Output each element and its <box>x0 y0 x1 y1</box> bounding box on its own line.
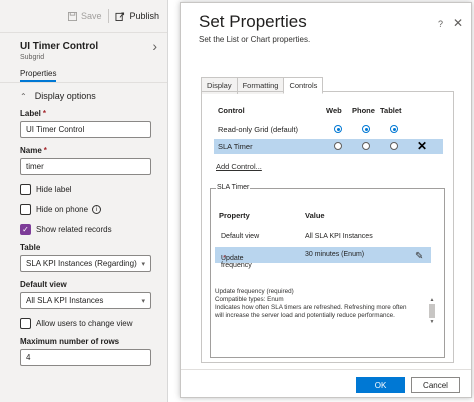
allow-change-view-text: Allow users to change view <box>36 319 133 328</box>
default-view-field-label: Default view <box>20 280 67 289</box>
table-field-label: Table <box>20 243 41 252</box>
scrollbar-thumb[interactable] <box>429 304 435 318</box>
save-icon <box>67 11 77 21</box>
label-input[interactable]: UI Timer Control <box>20 121 151 138</box>
property-description: Update frequency (required) Compatible t… <box>215 288 415 320</box>
max-rows-field-label: Maximum number of rows <box>20 337 120 346</box>
close-icon[interactable]: ✕ <box>453 16 463 30</box>
remove-control-icon[interactable]: ✕ <box>417 139 427 153</box>
show-related-checkbox[interactable]: ✓ <box>20 224 31 235</box>
component-subtitle: Subgrid <box>20 54 45 61</box>
property-value: All SLA KPI Instances <box>305 233 373 240</box>
edit-pencil-icon[interactable]: ✎ <box>415 251 423 262</box>
sla-timer-group: SLA Timer Property Value Default view Al… <box>210 184 445 358</box>
property-column-header: Property <box>219 211 250 220</box>
control-column-header: Control <box>218 106 245 115</box>
publish-icon <box>115 11 125 21</box>
property-row[interactable]: Update frequency * 30 minutes (Enum) ✎ <box>215 247 431 269</box>
web-column-header: Web <box>326 106 342 115</box>
chevron-up-icon: ⌃ <box>20 91 27 101</box>
allow-change-view-checkbox[interactable] <box>20 318 31 329</box>
show-related-checkbox-row[interactable]: ✓ Show related records <box>0 215 167 235</box>
display-options-header[interactable]: ⌃ Display options <box>0 83 167 101</box>
hide-label-checkbox[interactable] <box>20 184 31 195</box>
hide-on-phone-checkbox[interactable] <box>20 204 31 215</box>
hide-label-checkbox-row[interactable]: Hide label <box>0 175 167 195</box>
scroll-down-icon[interactable]: ▼ <box>428 319 436 325</box>
max-rows-input[interactable]: 4 <box>20 349 151 366</box>
ok-button[interactable]: OK <box>356 377 405 393</box>
description-scrollbar[interactable]: ▲ ▼ <box>428 297 436 325</box>
control-row[interactable]: SLA Timer ✕ <box>214 139 443 154</box>
hide-label-text: Hide label <box>36 185 72 194</box>
chevron-down-icon: ▾ <box>141 297 145 305</box>
save-button[interactable]: Save <box>67 11 102 21</box>
allow-change-view-checkbox-row[interactable]: Allow users to change view <box>0 309 167 329</box>
property-name: Default view <box>221 233 260 240</box>
dialog-footer: OK Cancel <box>181 369 471 397</box>
properties-panel: Save Publish UI Timer Control › Subgrid … <box>0 0 168 402</box>
label-field-label: Label * <box>20 109 47 118</box>
hide-on-phone-text: Hide on phone <box>36 205 89 214</box>
label-input-value: UI Timer Control <box>26 125 85 134</box>
publish-label: Publish <box>129 11 159 21</box>
name-field-label: Name * <box>20 146 47 155</box>
dialog-title: Set Properties <box>199 12 307 31</box>
info-icon[interactable]: i <box>92 205 102 214</box>
chevron-right-icon[interactable]: › <box>152 39 157 53</box>
description-line: Compatible types: Enum <box>215 296 284 303</box>
property-row[interactable]: Default view All SLA KPI Instances <box>215 229 431 245</box>
required-asterisk: * <box>43 146 47 155</box>
save-label: Save <box>80 11 102 21</box>
scroll-up-icon[interactable]: ▲ <box>428 297 436 303</box>
value-column-header: Value <box>305 211 325 220</box>
tablet-radio[interactable] <box>390 125 398 133</box>
web-radio[interactable] <box>334 125 342 133</box>
property-value: 30 minutes (Enum) <box>305 251 365 258</box>
add-control-link[interactable]: Add Control... <box>216 162 262 171</box>
max-rows-input-value: 4 <box>26 353 31 362</box>
component-title: UI Timer Control <box>20 41 99 52</box>
publish-button[interactable]: Publish <box>115 11 159 21</box>
default-view-select-value: All SLA KPI Instances <box>26 296 104 305</box>
tablet-radio[interactable] <box>390 142 398 150</box>
show-related-text: Show related records <box>36 225 112 234</box>
table-select[interactable]: SLA KPI Instances (Regarding) ▾ <box>20 255 151 272</box>
web-radio[interactable] <box>334 142 342 150</box>
help-icon[interactable]: ? <box>438 19 443 29</box>
tab-properties[interactable]: Properties <box>20 69 57 82</box>
tablet-column-header: Tablet <box>380 106 402 115</box>
tab-controls[interactable]: Controls <box>283 77 324 94</box>
description-line: Indicates how often SLA timers are refre… <box>215 304 407 319</box>
toolbar-divider <box>108 9 110 23</box>
panel-toolbar: Save Publish <box>0 0 167 33</box>
name-input-value: timer <box>26 162 44 171</box>
required-asterisk: * <box>223 255 226 262</box>
phone-radio[interactable] <box>362 125 370 133</box>
sla-timer-legend: SLA Timer <box>216 184 251 191</box>
hide-on-phone-checkbox-row[interactable]: Hide on phone i <box>0 195 167 215</box>
control-row[interactable]: Read-only Grid (default) <box>214 122 443 137</box>
cancel-button[interactable]: Cancel <box>411 377 460 393</box>
control-name: SLA Timer <box>218 142 253 151</box>
dialog-subtitle: Set the List or Chart properties. <box>199 35 311 44</box>
set-properties-dialog: Set Properties Set the List or Chart pro… <box>180 2 472 398</box>
default-view-select[interactable]: All SLA KPI Instances ▾ <box>20 292 151 309</box>
description-line: Update frequency (required) <box>215 288 294 295</box>
control-name: Read-only Grid (default) <box>218 125 299 134</box>
display-options-label: Display options <box>34 91 96 101</box>
phone-column-header: Phone <box>352 106 375 115</box>
chevron-down-icon: ▾ <box>141 260 145 268</box>
phone-radio[interactable] <box>362 142 370 150</box>
table-select-value: SLA KPI Instances (Regarding) <box>26 259 137 268</box>
name-input[interactable]: timer <box>20 158 151 175</box>
required-asterisk: * <box>42 109 47 118</box>
controls-tab-panel: Control Web Phone Tablet Read-only Grid … <box>201 91 454 363</box>
